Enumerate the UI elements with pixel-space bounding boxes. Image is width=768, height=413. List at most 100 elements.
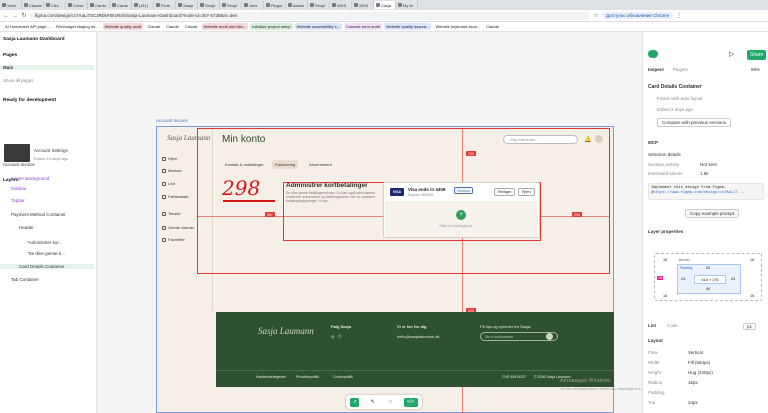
facebook-icon[interactable]: ⓕ (338, 334, 342, 340)
show-all-pages-link[interactable]: Show all pages (3, 78, 34, 83)
edit-button[interactable]: Rediger (494, 188, 516, 196)
browser-tab[interactable]: Cardo (110, 1, 132, 9)
unit-select[interactable]: px (743, 323, 756, 330)
remove-button[interactable]: Fjern (518, 188, 535, 196)
browser-tab[interactable]: WDS (330, 1, 352, 9)
nav-icon (162, 181, 166, 186)
layer-item[interactable]: Sidebar (0, 186, 27, 191)
page-item-main[interactable]: Main (0, 65, 94, 70)
layer-item[interactable]: Footer Background (0, 176, 49, 181)
bookmark-item[interactable]: Website accessibility s... (294, 23, 342, 30)
file-title[interactable]: Sasja Laumann Dashboard (3, 37, 65, 42)
browser-tab[interactable]: (411) (132, 1, 154, 9)
tab-plugins[interactable]: Plugins (673, 67, 688, 72)
favicon-icon (68, 3, 72, 7)
avatar[interactable] (648, 50, 658, 58)
footer-email-link[interactable]: hello@sasjalaumann.dk (397, 334, 440, 339)
layer-item[interactable]: "Se dine gemte k... (0, 251, 65, 256)
browser-tab[interactable]: Shopi (308, 1, 330, 9)
layer-item[interactable]: Card Details Container (0, 264, 94, 269)
copy-example-prompt-button[interactable]: Copy example prompt (685, 209, 740, 218)
bookmark-item[interactable]: Website quality audit (102, 23, 144, 30)
sidebar-item[interactable]: Øvelser (162, 168, 182, 173)
layer-item[interactable]: Topbar (0, 198, 25, 203)
browser-tab[interactable]: Shopi (198, 1, 220, 9)
browser-tab-label: Sasja (381, 2, 392, 8)
browser-tab[interactable]: Flmb (154, 1, 176, 9)
layer-item[interactable]: Header (0, 225, 34, 230)
browser-tab[interactable]: Shopi (220, 1, 242, 9)
play-icon[interactable]: ▷ (729, 50, 734, 58)
bookmark-item[interactable]: Claude (164, 23, 181, 30)
browser-tab[interactable]: Sasja (374, 1, 396, 9)
footer-link[interactable]: Privatlivspolitik (296, 375, 319, 379)
frame-label[interactable]: Account Invoice (156, 118, 188, 123)
layer-item[interactable]: Payment Method Container (0, 212, 66, 217)
menu-icon[interactable]: ⋮ (676, 12, 682, 19)
bookmark-item[interactable]: AI Humanizer API page... (3, 23, 52, 30)
newsletter-submit-button[interactable] (546, 333, 553, 340)
sidebar-item[interactable]: Favoritter (162, 237, 185, 242)
bookmark-item[interactable]: Claude (182, 23, 200, 30)
favicon-icon (288, 3, 292, 7)
share-button[interactable]: Share (747, 50, 767, 60)
forward-icon[interactable]: → (12, 13, 18, 19)
add-card-icon[interactable]: + (456, 210, 466, 220)
ready-item-thumbnail[interactable] (4, 144, 30, 162)
bookmark-item[interactable]: Claude (484, 23, 501, 30)
bookmark-item[interactable]: Website quality assura... (383, 23, 432, 30)
sidebar-item[interactable]: Tekster (162, 211, 181, 216)
url-field[interactable]: figma.com/design/cc7AaLi7SC3RbkF8IrcRxh/… (30, 11, 590, 20)
browser-tab[interactable]: Claude (22, 1, 44, 9)
sidebar-item[interactable]: Gemte videoer (162, 225, 194, 230)
tab-inspect[interactable]: Inspect (648, 67, 664, 72)
sidebar-item[interactable]: Fællesskab (162, 194, 188, 199)
bookmark-item[interactable]: Filmbudget staging do... (53, 23, 101, 30)
layer-item[interactable]: Account Invoice (0, 162, 35, 167)
layer-item[interactable]: Tab Container (0, 277, 39, 282)
browser-tab[interactable]: Clev (44, 1, 66, 9)
ready-item-title[interactable]: Account Settings (34, 148, 68, 153)
add-card-area[interactable]: + Tilføj nyt betalingskort (385, 201, 538, 237)
bookmark-item[interactable]: Console error audit (343, 23, 382, 30)
bookmark-item[interactable]: Website audit and site... (201, 23, 249, 30)
pen-tool-icon[interactable]: ✎ (368, 398, 377, 407)
browser-tab[interactable]: dashb (286, 1, 308, 9)
border-label: Border (679, 258, 690, 262)
browser-tab[interactable]: Cardo (88, 1, 110, 9)
compare-versions-button[interactable]: Compare with previous versions (657, 118, 732, 127)
zoom-level[interactable]: 59% (751, 67, 760, 72)
footer-link[interactable]: Handelsbetingelser (256, 375, 286, 379)
comment-tool-icon[interactable]: ○ (386, 398, 395, 407)
card-details-container[interactable]: VISA Visa ends in 4409 Expires 05/2026 S… (383, 182, 540, 238)
reload-icon[interactable]: ↻ (21, 12, 27, 19)
bookmark-item[interactable]: Website keyboard acce... (433, 23, 483, 30)
footer-link[interactable]: Cookiepolitik (333, 375, 353, 379)
browser-tab[interactable]: Plugin (264, 1, 286, 9)
browser-tab[interactable]: Sasja (176, 1, 198, 9)
browser-tab[interactable]: Cover (66, 1, 88, 9)
mcp-code-block[interactable]: Implement this design from Figma. @https… (648, 183, 764, 200)
browser-tab[interactable]: Vresi (0, 1, 22, 9)
tab-code[interactable]: Code (667, 323, 678, 328)
browser-tab-label: (411) (139, 2, 149, 8)
dev-mode-toggle[interactable]: </> (403, 397, 418, 407)
bookmark-item[interactable]: Claude (145, 23, 163, 30)
instagram-icon[interactable]: ◎ (331, 334, 335, 340)
sidebar-item-label: Live (168, 181, 176, 186)
back-icon[interactable]: ← (3, 13, 9, 19)
move-tool-icon[interactable]: ➚ (350, 397, 360, 407)
nav-icon (162, 225, 166, 230)
layer-item[interactable]: "Administrer kor... (0, 240, 62, 245)
tab-list[interactable]: List (648, 323, 656, 328)
browser-tab[interactable]: Jobs (242, 1, 264, 9)
bookmark-star-icon[interactable]: ☆ (593, 12, 599, 19)
ready-item-sub: Edited 14 days ago (34, 156, 69, 161)
chrome-update-notice[interactable]: Доступно обновление Chrome (602, 12, 674, 19)
bookmark-item[interactable]: Initialize project setup (250, 23, 293, 30)
browser-tab[interactable]: My Ar (396, 1, 418, 9)
sidebar-item[interactable]: Hjem (162, 156, 177, 161)
sidebar-item[interactable]: Live (162, 181, 175, 186)
browser-tab[interactable]: WDS (352, 1, 374, 9)
footer-contact-heading: Vi er her for dig (397, 324, 427, 329)
